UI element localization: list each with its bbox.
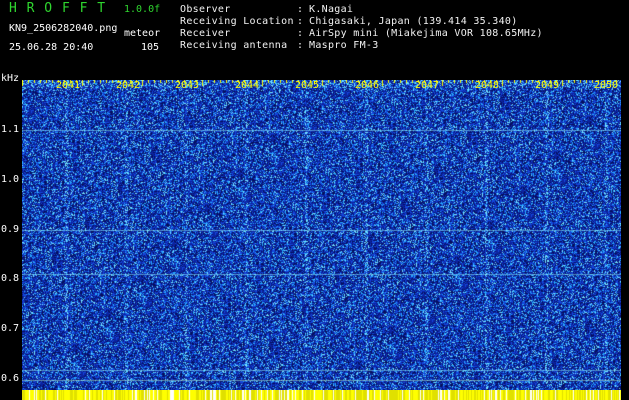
info-label-receiver: Receiver xyxy=(180,28,231,39)
count-label: 105 xyxy=(141,42,160,53)
info-label-location: Receiving Location xyxy=(180,16,294,27)
info-label-antenna: Receiving antenna xyxy=(180,40,288,51)
info-value-observer: K.Nagai xyxy=(309,4,354,15)
info-label-observer: Observer xyxy=(180,4,231,15)
x-tick-label: 2050 xyxy=(594,80,619,91)
y-tick-label: 0.8 xyxy=(1,273,20,284)
spectrogram xyxy=(22,80,621,400)
info-colon: : xyxy=(297,16,304,27)
info-value-location: Chigasaki, Japan (139.414 35.340) xyxy=(309,16,518,27)
version-label: 1.0.0f xyxy=(124,4,161,15)
mode-label: meteor xyxy=(124,28,161,39)
x-tick-label: 2045 xyxy=(295,80,320,91)
y-tick-label: 1.0 xyxy=(1,174,20,185)
app-logo: H R O F F T xyxy=(9,1,107,16)
info-value-antenna: Maspro FM-3 xyxy=(309,40,379,51)
x-tick-label: 2044 xyxy=(235,80,260,91)
y-axis-unit: kHz xyxy=(1,73,20,84)
info-value-receiver: AirSpy mini (Miakejima VOR 108.65MHz) xyxy=(309,28,543,39)
filename-label: KN9_2506282040.png xyxy=(9,23,118,34)
x-tick-label: 2043 xyxy=(175,80,200,91)
x-tick-label: 2048 xyxy=(475,80,500,91)
x-tick-label: 2046 xyxy=(355,80,380,91)
x-tick-label: 2047 xyxy=(415,80,440,91)
y-tick-label: 1.1 xyxy=(1,124,20,135)
datetime-label: 25.06.28 20:40 xyxy=(9,42,94,53)
info-colon: : xyxy=(297,40,304,51)
y-tick-label: 0.6 xyxy=(1,373,20,384)
x-tick-label: 2041 xyxy=(56,80,81,91)
detection-bar xyxy=(22,390,621,400)
x-tick-label: 2049 xyxy=(535,80,560,91)
info-colon: : xyxy=(297,28,304,39)
y-tick-label: 0.9 xyxy=(1,224,20,235)
y-tick-label: 0.7 xyxy=(1,323,20,334)
x-tick-label: 2042 xyxy=(116,80,141,91)
info-colon: : xyxy=(297,4,304,15)
